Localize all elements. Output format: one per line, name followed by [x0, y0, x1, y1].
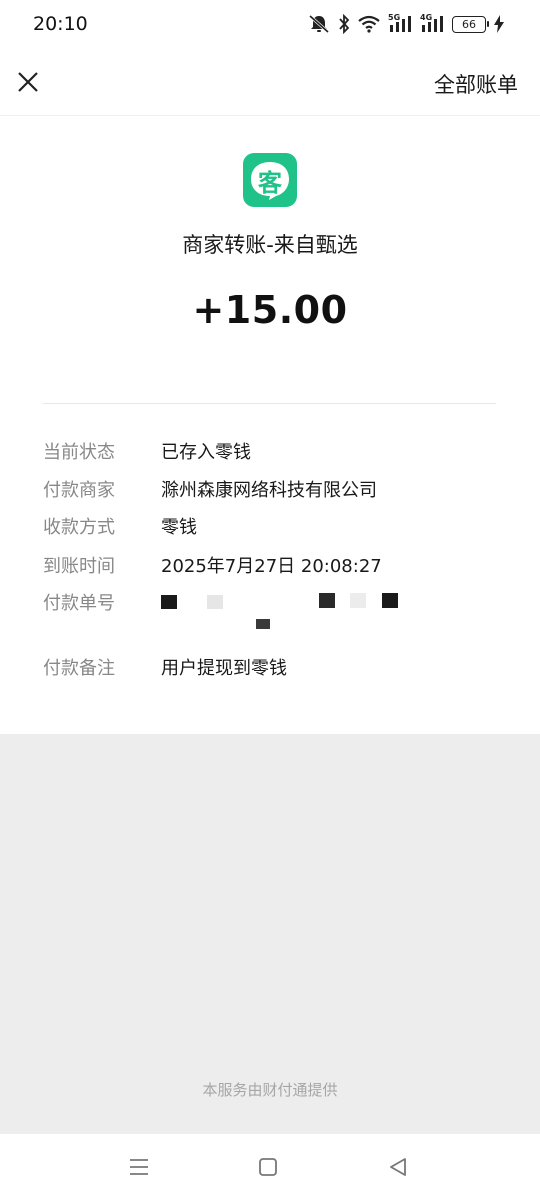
merchant-logo: 客: [243, 153, 297, 207]
detail-value: 滁州森康网络科技有限公司: [161, 480, 377, 501]
back-icon: [390, 1158, 406, 1176]
signal-4g: 4G: [420, 13, 444, 33]
home-button[interactable]: [255, 1154, 281, 1180]
merchant-title: 商家转账-来自甄选: [182, 233, 358, 257]
detail-label: 到账时间: [43, 556, 115, 577]
detail-value: 用户提现到零钱: [161, 658, 287, 679]
mute-bell-icon: [309, 14, 329, 34]
status-icons: 5G 4G 66: [308, 13, 504, 34]
detail-row-merchant: 付款商家 滁州森康网络科技有限公司: [43, 476, 377, 502]
detail-label: 收款方式: [43, 517, 115, 538]
detail-row-time: 到账时间 2025年7月27日 20:08:27: [43, 552, 382, 578]
detail-value: 已存入零钱: [161, 442, 251, 463]
wifi-icon: [358, 15, 380, 33]
charging-icon: [494, 15, 504, 33]
detail-label: 付款商家: [43, 480, 115, 501]
status-time: 20:10: [33, 13, 88, 35]
menu-button[interactable]: [126, 1154, 152, 1180]
signal-5g: 5G: [388, 13, 412, 33]
bluetooth-icon: [339, 14, 350, 34]
logo-character: 客: [258, 169, 282, 197]
close-button[interactable]: [12, 66, 44, 98]
menu-icon: [130, 1159, 148, 1175]
top-bar: 全部账单: [0, 50, 540, 116]
detail-value: 零钱: [161, 517, 197, 538]
transaction-card: 客 商家转账-来自甄选 +15.00 当前状态 已存入零钱 付款商家 滁州森康网…: [0, 116, 540, 734]
detail-row-remark: 付款备注 用户提现到零钱: [43, 654, 287, 680]
status-bar: 20:10 5G 4G 66: [0, 0, 540, 50]
detail-row-method: 收款方式 零钱: [43, 513, 197, 539]
battery-icon: 66: [452, 15, 489, 33]
system-nav-bar: [0, 1134, 540, 1200]
provider-footer: 本服务由财付通提供: [202, 1081, 338, 1099]
detail-row-order-number: 付款单号: [43, 589, 411, 629]
back-button[interactable]: [385, 1154, 411, 1180]
detail-row-status: 当前状态 已存入零钱: [43, 438, 251, 464]
divider: [43, 403, 496, 404]
detail-label: 当前状态: [43, 442, 115, 463]
all-bills-link[interactable]: 全部账单: [434, 69, 518, 99]
detail-label: 付款单号: [43, 593, 115, 614]
detail-value: 2025年7月27日 20:08:27: [161, 556, 382, 577]
amount: +15.00: [192, 288, 348, 332]
detail-label: 付款备注: [43, 658, 115, 679]
home-icon: [259, 1158, 277, 1176]
close-icon: [18, 72, 38, 92]
redacted-order-number: [161, 589, 411, 629]
